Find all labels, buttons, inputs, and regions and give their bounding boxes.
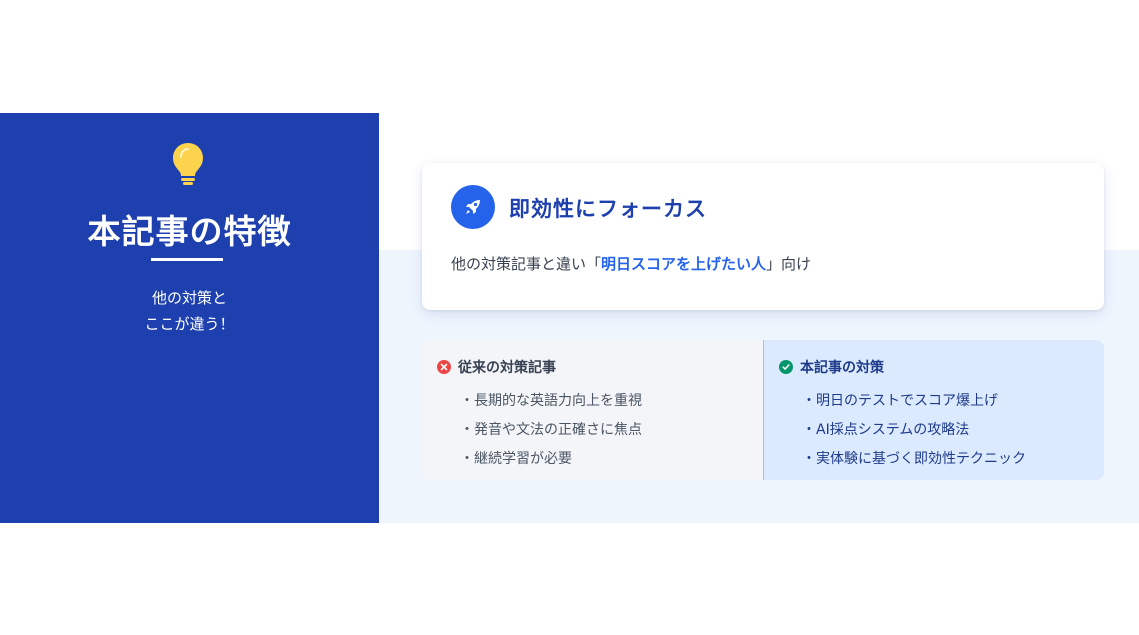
traditional-list: 長期的な英語力向上を重視 発音や文法の正確さに焦点 継続学習が必要 [460,387,642,474]
lightbulb-icon [171,141,205,187]
feature-title: 本記事の特徴 [87,212,292,251]
subtitle-line-1: 他の対策と [151,289,227,307]
rocket-icon [451,185,495,229]
this-article-heading-text: 本記事の対策 [800,360,884,376]
feature-sidebar: 本記事の特徴 他の対策と ここが違う！ [0,113,379,523]
card-heading: 即効性にフォーカス [509,197,707,221]
focus-card: 即効性にフォーカス 他の対策記事と違い「明日スコアを上げたい人」向け [422,163,1104,310]
traditional-heading-text: 従来の対策記事 [458,360,556,376]
subtitle-line-2: ここが違う！ [144,315,235,333]
feature-subtitle: 他の対策と ここが違う！ [0,285,379,337]
check-circle-icon [779,360,793,374]
x-circle-icon [437,360,451,374]
desc-highlight: 明日スコアを上げたい人 [601,255,767,273]
comparison-traditional: 従来の対策記事 長期的な英語力向上を重視 発音や文法の正確さに焦点 継続学習が必… [422,340,763,480]
title-divider [151,258,223,261]
list-item: 継続学習が必要 [460,445,642,474]
traditional-heading: 従来の対策記事 [437,357,556,377]
comparison-this-article: 本記事の対策 明日のテストでスコア爆上げ AI採点システムの攻略法 実体験に基づ… [763,340,1104,480]
list-item: 明日のテストでスコア爆上げ [802,387,1026,416]
this-article-list: 明日のテストでスコア爆上げ AI採点システムの攻略法 実体験に基づく即効性テクニ… [802,387,1026,474]
this-article-heading: 本記事の対策 [779,357,884,377]
list-item: 発音や文法の正確さに焦点 [460,416,642,445]
feature-section: 本記事の特徴 他の対策と ここが違う！ 即効性にフォーカス 他の対策記事と違い「… [0,113,1139,523]
desc-before: 他の対策記事と違い「 [451,255,602,273]
list-item: 実体験に基づく即効性テクニック [802,445,1026,474]
list-item: AI採点システムの攻略法 [802,416,1026,445]
card-description: 他の対策記事と違い「明日スコアを上げたい人」向け [451,253,811,274]
desc-after: 」向け [766,255,812,273]
list-item: 長期的な英語力向上を重視 [460,387,642,416]
